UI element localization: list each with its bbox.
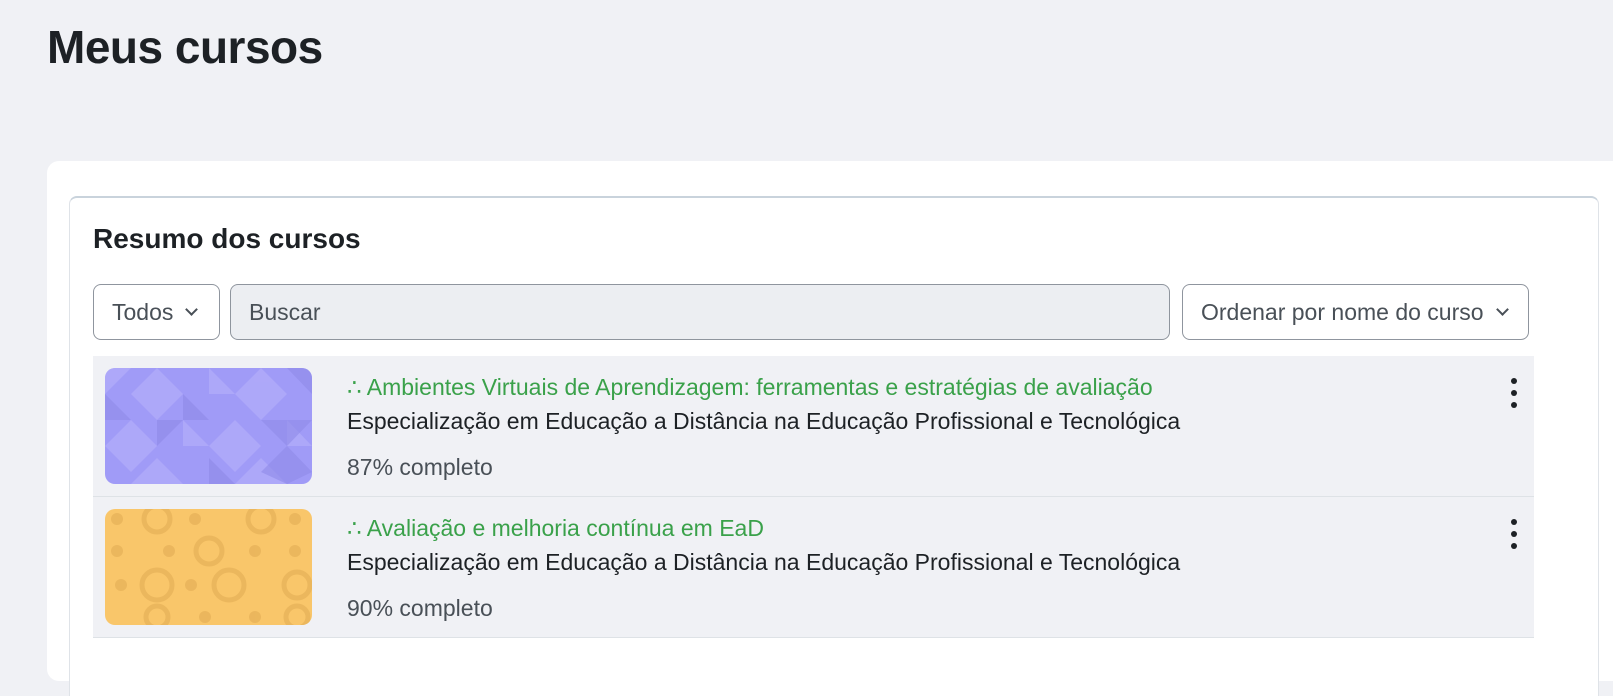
chevron-down-icon (185, 302, 199, 316)
chevron-down-icon (1495, 302, 1509, 316)
main-card: Resumo dos cursos Todos Ordenar por nome… (47, 161, 1613, 696)
course-name-link[interactable]: ∴ Ambientes Virtuais de Aprendizagem: fe… (347, 374, 1153, 401)
search-field[interactable] (230, 284, 1170, 340)
search-input[interactable] (249, 298, 1169, 326)
filter-dropdown-label: Todos (112, 298, 174, 325)
kebab-menu-icon[interactable] (1504, 519, 1524, 549)
course-item: ∴ Avaliação e melhoria contínua em EaD E… (93, 497, 1534, 638)
course-thumbnail[interactable] (105, 509, 312, 625)
course-progress: 87% completo (347, 454, 493, 480)
page-title: Meus cursos (47, 21, 323, 73)
sort-dropdown[interactable]: Ordenar por nome do curso (1182, 284, 1529, 340)
course-name-link[interactable]: ∴ Avaliação e melhoria contínua em EaD (347, 515, 764, 542)
kebab-menu-icon[interactable] (1504, 378, 1524, 408)
course-thumbnail[interactable] (105, 368, 312, 484)
course-list: ∴ Ambientes Virtuais de Aprendizagem: fe… (93, 356, 1534, 638)
course-category: Especialização em Educação a Distância n… (347, 549, 1181, 575)
filter-dropdown[interactable]: Todos (93, 284, 220, 340)
course-category: Especialização em Educação a Distância n… (347, 408, 1181, 434)
course-item: ∴ Ambientes Virtuais de Aprendizagem: fe… (93, 356, 1534, 497)
sort-dropdown-label: Ordenar por nome do curso (1201, 298, 1484, 325)
course-overview-block: Resumo dos cursos Todos Ordenar por nome… (69, 196, 1599, 696)
block-title: Resumo dos cursos (93, 223, 361, 254)
course-progress: 90% completo (347, 595, 493, 621)
